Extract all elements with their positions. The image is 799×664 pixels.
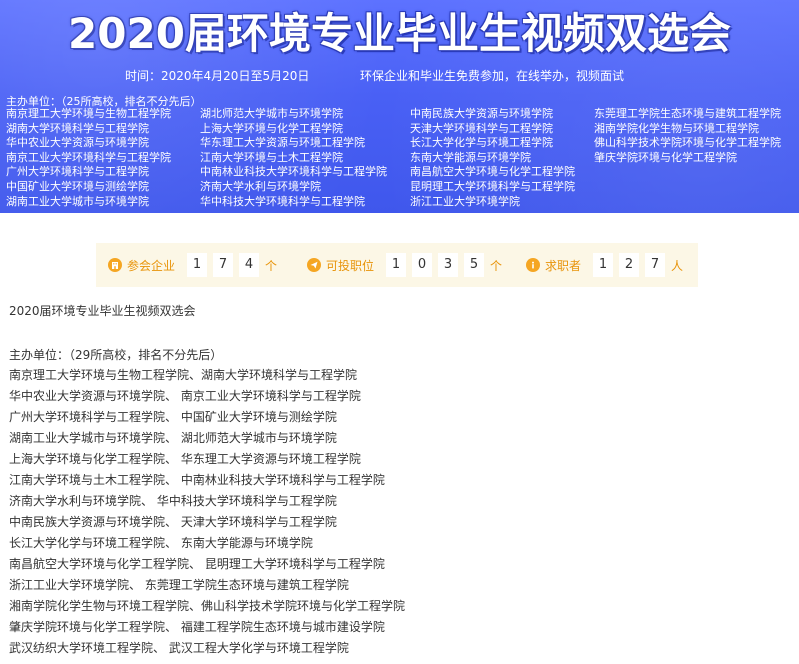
host-item: 广州大学环境科学与工程学院 — [6, 165, 149, 179]
stat-seekers-label: 求职者 — [545, 258, 582, 273]
stat-digit: 2 — [619, 253, 640, 277]
host-item: 佛山科学技术学院环境与化学工程学院 — [594, 136, 781, 150]
host-list-line: 南京理工大学环境与生物工程学院、湖南大学环境科学与工程学院 — [9, 368, 358, 382]
stat-seekers: 求职者 1 2 7 人 — [526, 243, 683, 287]
host-item: 湖北师范大学城市与环境学院 — [200, 107, 343, 120]
banner-note: 环保企业和毕业生免费参加，在线举办，视频面试 — [360, 69, 625, 83]
stat-digit: 7 — [213, 253, 234, 277]
stat-companies: 参会企业 1 7 4 个 — [108, 243, 277, 287]
banner-time: 时间：2020年4月20日至5月20日 — [125, 69, 310, 83]
stat-positions: 可投职位 1 0 3 5 个 — [307, 243, 502, 287]
info-icon — [526, 258, 540, 272]
host-item: 华中农业大学资源与环境学院 — [6, 136, 149, 150]
host-list-line: 华中农业大学资源与环境学院、 南京工业大学环境科学与工程学院 — [9, 389, 361, 403]
host-item: 长江大学化学与环境工程学院 — [410, 136, 553, 150]
host-list-line: 湖南工业大学城市与环境学院、 湖北师范大学城市与环境学院 — [9, 431, 337, 445]
host-list-line: 肇庆学院环境与化学工程学院、 福建工程学院生态环境与城市建设学院 — [9, 620, 385, 634]
stat-digit: 4 — [239, 253, 260, 277]
stat-digit: 7 — [645, 253, 666, 277]
stat-digit: 1 — [593, 253, 614, 277]
host-item: 浙江工业大学环境学院 — [410, 194, 520, 208]
send-icon — [307, 258, 321, 272]
host-column-3: 中南民族大学资源与环境学院 天津大学环境科学与工程学院 长江大学化学与环境工程学… — [410, 107, 610, 209]
stat-digit: 0 — [412, 253, 433, 277]
content-host-label: 主办单位：（29所高校，排名不分先后） — [9, 348, 223, 362]
host-item: 东南大学能源与环境学院 — [410, 150, 531, 164]
host-column-4: 东莞理工学院生态环境与建筑工程学院 湘南学院化学生物与环境工程学院 佛山科学技术… — [594, 107, 794, 165]
host-list-line: 浙江工业大学环境学院、 东莞理工学院生态环境与建筑工程学院 — [9, 578, 349, 592]
host-item: 南京工业大学环境科学与工程学院 — [6, 150, 171, 164]
stat-unit: 个 — [265, 258, 278, 273]
stat-digit: 1 — [187, 253, 208, 277]
host-item: 南京理工大学环境与生物工程学院 — [6, 107, 171, 120]
host-list-line: 长江大学化学与环境工程学院、 东南大学能源与环境学院 — [9, 536, 313, 550]
host-list-line: 济南大学水利与环境学院、 华中科技大学环境科学与工程学院 — [9, 494, 337, 508]
company-icon — [108, 258, 122, 272]
stat-positions-label: 可投职位 — [326, 258, 375, 273]
host-item: 昆明理工大学环境科学与工程学院 — [410, 179, 575, 193]
host-list-line: 武汉纺织大学环境工程学院、 武汉工程大学化学与环境工程学院 — [9, 641, 349, 655]
stats-bar: 参会企业 1 7 4 个 可投职位 1 0 3 5 个 求职者 1 2 7 人 — [96, 243, 698, 287]
host-list-line: 湘南学院化学生物与环境工程学院、佛山科学技术学院环境与化学工程学院 — [9, 599, 406, 613]
host-item: 肇庆学院环境与化学工程学院 — [594, 150, 737, 164]
host-item: 湖南工业大学城市与环境学院 — [6, 194, 149, 208]
host-list-line: 江南大学环境与土木工程学院、 中南林业科技大学环境科学与工程学院 — [9, 473, 385, 487]
stat-digit: 1 — [386, 253, 407, 277]
host-item: 中南民族大学资源与环境学院 — [410, 107, 553, 120]
host-list-line: 南昌航空大学环境与化学工程学院、 昆明理工大学环境科学与工程学院 — [9, 557, 385, 571]
host-item: 湖南大学环境科学与工程学院 — [6, 121, 149, 135]
host-item: 华东理工大学资源与环境工程学院 — [200, 136, 365, 150]
host-item: 中南林业科技大学环境科学与工程学院 — [200, 165, 387, 179]
host-item: 湘南学院化学生物与环境工程学院 — [594, 121, 759, 135]
stat-unit: 人 — [671, 258, 684, 273]
host-item: 中国矿业大学环境与测绘学院 — [6, 179, 149, 193]
host-item: 上海大学环境与化学工程学院 — [200, 121, 343, 135]
host-column-1: 南京理工大学环境与生物工程学院 湖南大学环境科学与工程学院 华中农业大学资源与环… — [6, 107, 206, 209]
host-item: 南昌航空大学环境与化学工程学院 — [410, 165, 575, 179]
host-list-line: 广州大学环境科学与工程学院、 中国矿业大学环境与测绘学院 — [9, 410, 337, 424]
content-title: 2020届环境专业毕业生视频双选会 — [9, 304, 196, 318]
host-item: 东莞理工学院生态环境与建筑工程学院 — [594, 107, 781, 120]
host-list: 南京理工大学环境与生物工程学院、湖南大学环境科学与工程学院 华中农业大学资源与环… — [9, 365, 405, 659]
stat-digit: 3 — [438, 253, 459, 277]
host-item: 济南大学水利与环境学院 — [200, 179, 321, 193]
host-item: 华中科技大学环境科学与工程学院 — [200, 194, 365, 208]
host-item: 江南大学环境与土木工程学院 — [200, 150, 343, 164]
host-list-line: 中南民族大学资源与环境学院、 天津大学环境科学与工程学院 — [9, 515, 337, 529]
host-item: 天津大学环境科学与工程学院 — [410, 121, 553, 135]
banner-title: 2020届环境专业毕业生视频双选会 — [68, 9, 731, 58]
host-column-2: 湖北师范大学城市与环境学院 上海大学环境与化学工程学院 华东理工大学资源与环境工… — [200, 107, 400, 209]
stat-digit: 5 — [464, 253, 485, 277]
stat-companies-label: 参会企业 — [127, 258, 176, 273]
host-list-line: 上海大学环境与化学工程学院、 华东理工大学资源与环境工程学院 — [9, 452, 361, 466]
event-banner: 2020届环境专业毕业生视频双选会 时间：2020年4月20日至5月20日 环保… — [0, 0, 799, 213]
stat-unit: 个 — [490, 258, 503, 273]
event-description: 2020届环境专业毕业生视频双选会 主办单位：（29所高校，排名不分先后） 南京… — [9, 301, 789, 655]
